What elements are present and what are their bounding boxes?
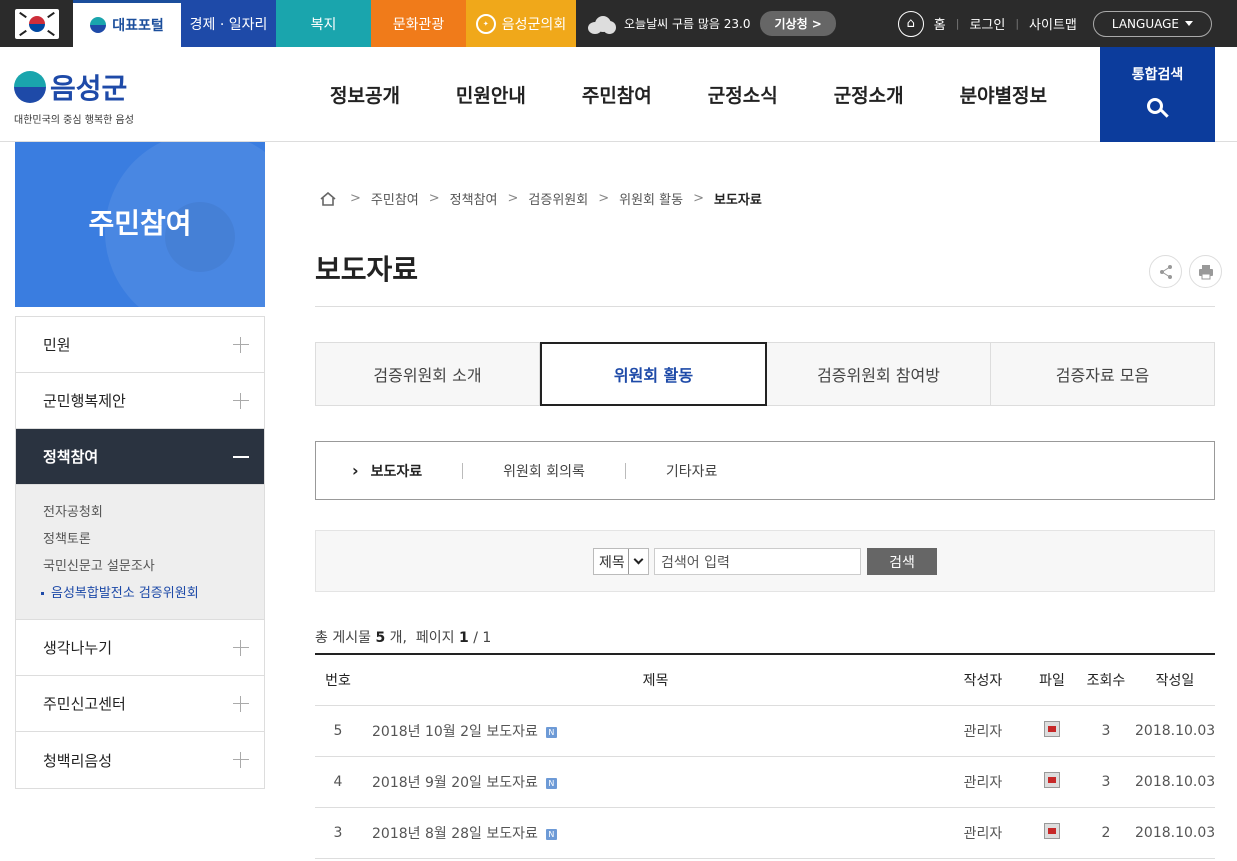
gnb-item-info[interactable]: 정보공개 [330,81,400,108]
sub-tabs: 보도자료 위원회 회의록 기타자료 [315,441,1215,500]
search-button[interactable]: 검색 [867,548,937,575]
gnb-item-about[interactable]: 군정소개 [834,81,904,108]
main-navigation: 정보공개 민원안내 주민참여 군정소식 군정소개 분야별정보 [330,47,1103,142]
eumseong-logo-icon [14,71,46,103]
tab-council[interactable]: ✦ 음성군의회 [466,0,576,47]
plus-icon [233,752,249,768]
board-search: 제목 검색어 입력 검색 [315,530,1215,592]
file-attachment-icon[interactable] [1044,823,1060,839]
gnb-item-civil[interactable]: 민원안내 [456,81,526,108]
tab-committee-intro[interactable]: 검증위원회 소개 [315,342,540,406]
breadcrumb-item[interactable]: 검증위원회 [528,189,588,208]
post-title-link[interactable]: 2018년 10월 2일 보도자료 [372,724,538,740]
home-link[interactable]: 홈 [934,14,946,33]
plus-icon [233,336,249,353]
eumseong-logo-icon [90,17,107,33]
council-seal-icon: ✦ [475,13,496,34]
tab-welfare[interactable]: 복지 [276,0,371,47]
home-icon[interactable] [320,191,336,206]
submenu-item-debate[interactable]: 정책토론 [43,526,264,553]
site-header: 음성군 대한민국의 중심 행복한 음성 정보공개 민원안내 주민참여 군정소식 … [0,47,1237,142]
breadcrumb-item[interactable]: 정책참여 [450,189,498,208]
subtab-other[interactable]: 기타자료 [666,461,718,481]
gnb-item-news[interactable]: 군정소식 [708,81,778,108]
weather-text: 오늘날씨 구름 많음 23.0 [624,17,751,31]
brand-slogan: 대한민국의 중심 행복한 음성 [14,115,134,126]
sidebar-item-integrity[interactable]: 청백리음성 [16,732,264,788]
site-logo[interactable]: 음성군 대한민국의 중심 행복한 음성 [14,67,134,126]
login-link[interactable]: 로그인 [969,14,1005,33]
page-tools [1142,255,1222,288]
tab-culture-tourism[interactable]: 문화관광 [371,0,466,47]
top-bar: 대표포털 경제 · 일자리 복지 문화관광 ✦ 음성군의회 오늘날씨 구름 많음 … [0,0,1237,47]
submenu-item-survey[interactable]: 국민신문고 설문조사 [43,553,264,580]
print-button[interactable] [1189,255,1222,288]
language-select[interactable]: LANGUAGE [1092,10,1212,37]
submenu-item-hearing[interactable]: 전자공청회 [43,499,264,526]
sidebar-item-share[interactable]: 생각나누기 [16,620,264,676]
subtab-press[interactable]: 보도자료 [352,461,423,481]
post-title-link[interactable]: 2018년 9월 20일 보도자료 [372,775,538,791]
submenu-item-committee[interactable]: 음성복합발전소 검증위원회 [41,580,264,607]
tab-verification-materials[interactable]: 검증자료 모음 [991,342,1215,406]
sidebar-submenu: 전자공청회 정책토론 국민신문고 설문조사 음성복합발전소 검증위원회 [16,485,264,620]
tab-committee-activity[interactable]: 위원회 활동 [540,342,767,406]
brand-name: 음성군 [50,72,128,105]
new-badge-icon: N [545,828,557,840]
tab-main-portal[interactable]: 대표포털 [73,0,181,47]
board-table: 번호 제목 작성자 파일 조회수 작성일 5 2018년 10월 2일 보도자료… [315,653,1215,859]
new-badge-icon: N [545,777,557,789]
home-icon[interactable]: ⌂ [897,10,924,37]
table-row[interactable]: 3 2018년 8월 28일 보도자료 N 관리자 2 2018.10.03 [315,808,1215,859]
sidebar-item-proposal[interactable]: 군민행복제안 [16,373,264,429]
table-row[interactable]: 4 2018년 9월 20일 보도자료 N 관리자 3 2018.10.03 [315,757,1215,808]
minus-icon [233,455,249,458]
korea-flag-icon [15,9,59,39]
new-badge-icon: N [545,726,557,738]
sidebar-title: 주민참여 [88,207,192,240]
sidebar-header: 주민참여 [15,142,265,307]
print-icon [1198,264,1213,279]
gnb-item-fields[interactable]: 분야별정보 [960,81,1047,108]
plus-icon [233,695,249,712]
sidebar-menu: 민원 군민행복제안 정책참여 전자공청회 정책토론 국민신문고 설문조사 음성복… [15,316,265,789]
search-field-select[interactable]: 제목 [593,548,649,575]
file-attachment-icon[interactable] [1044,721,1060,737]
chevron-down-icon [628,549,648,574]
post-title-link[interactable]: 2018년 8월 28일 보도자료 [372,826,538,842]
share-icon [1159,264,1172,279]
weather-widget: 오늘날씨 구름 많음 23.0 기상청 > [588,0,836,47]
breadcrumb: > 주민참여 > 정책참여 > 검증위원회 > 위원회 활동 > 보도자료 [320,189,762,208]
search-input[interactable]: 검색어 입력 [654,548,861,575]
plus-icon [233,392,249,409]
sidebar-item-report[interactable]: 주민신고센터 [16,676,264,732]
share-button[interactable] [1149,255,1182,288]
breadcrumb-current: 보도자료 [713,193,762,208]
utility-links: ⌂ 홈 | 로그인 | 사이트맵 LANGUAGE [897,0,1212,47]
page-title: 보도자료 [315,253,419,286]
tab-committee-participation[interactable]: 검증위원회 참여방 [767,342,991,406]
content-tabs: 검증위원회 소개 위원회 활동 검증위원회 참여방 검증자료 모음 [315,342,1215,406]
sidebar-item-civil[interactable]: 민원 [16,317,264,373]
dropdown-arrow-icon [1185,21,1193,26]
sitemap-link[interactable]: 사이트맵 [1029,14,1077,33]
board-total: 총 게시물 5 개, 페이지 1 / 1 [315,630,492,646]
integrated-search-button[interactable]: 통합검색 [1100,47,1215,142]
cloudy-weather-icon [588,14,616,34]
table-row[interactable]: 5 2018년 10월 2일 보도자료 N 관리자 3 2018.10.03 [315,706,1215,757]
sidebar-item-policy[interactable]: 정책참여 [16,429,264,485]
file-attachment-icon[interactable] [1044,772,1060,788]
plus-icon [233,639,249,656]
search-icon [1146,98,1169,120]
tab-economy[interactable]: 경제 · 일자리 [181,0,276,47]
breadcrumb-item[interactable]: 주민참여 [371,189,419,208]
table-header: 번호 제목 작성자 파일 조회수 작성일 [315,655,1215,706]
subtab-minutes[interactable]: 위원회 회의록 [503,461,585,481]
weather-agency-button[interactable]: 기상청 > [760,11,836,36]
gnb-item-participation[interactable]: 주민참여 [582,81,652,108]
breadcrumb-item[interactable]: 위원회 활동 [619,189,683,208]
